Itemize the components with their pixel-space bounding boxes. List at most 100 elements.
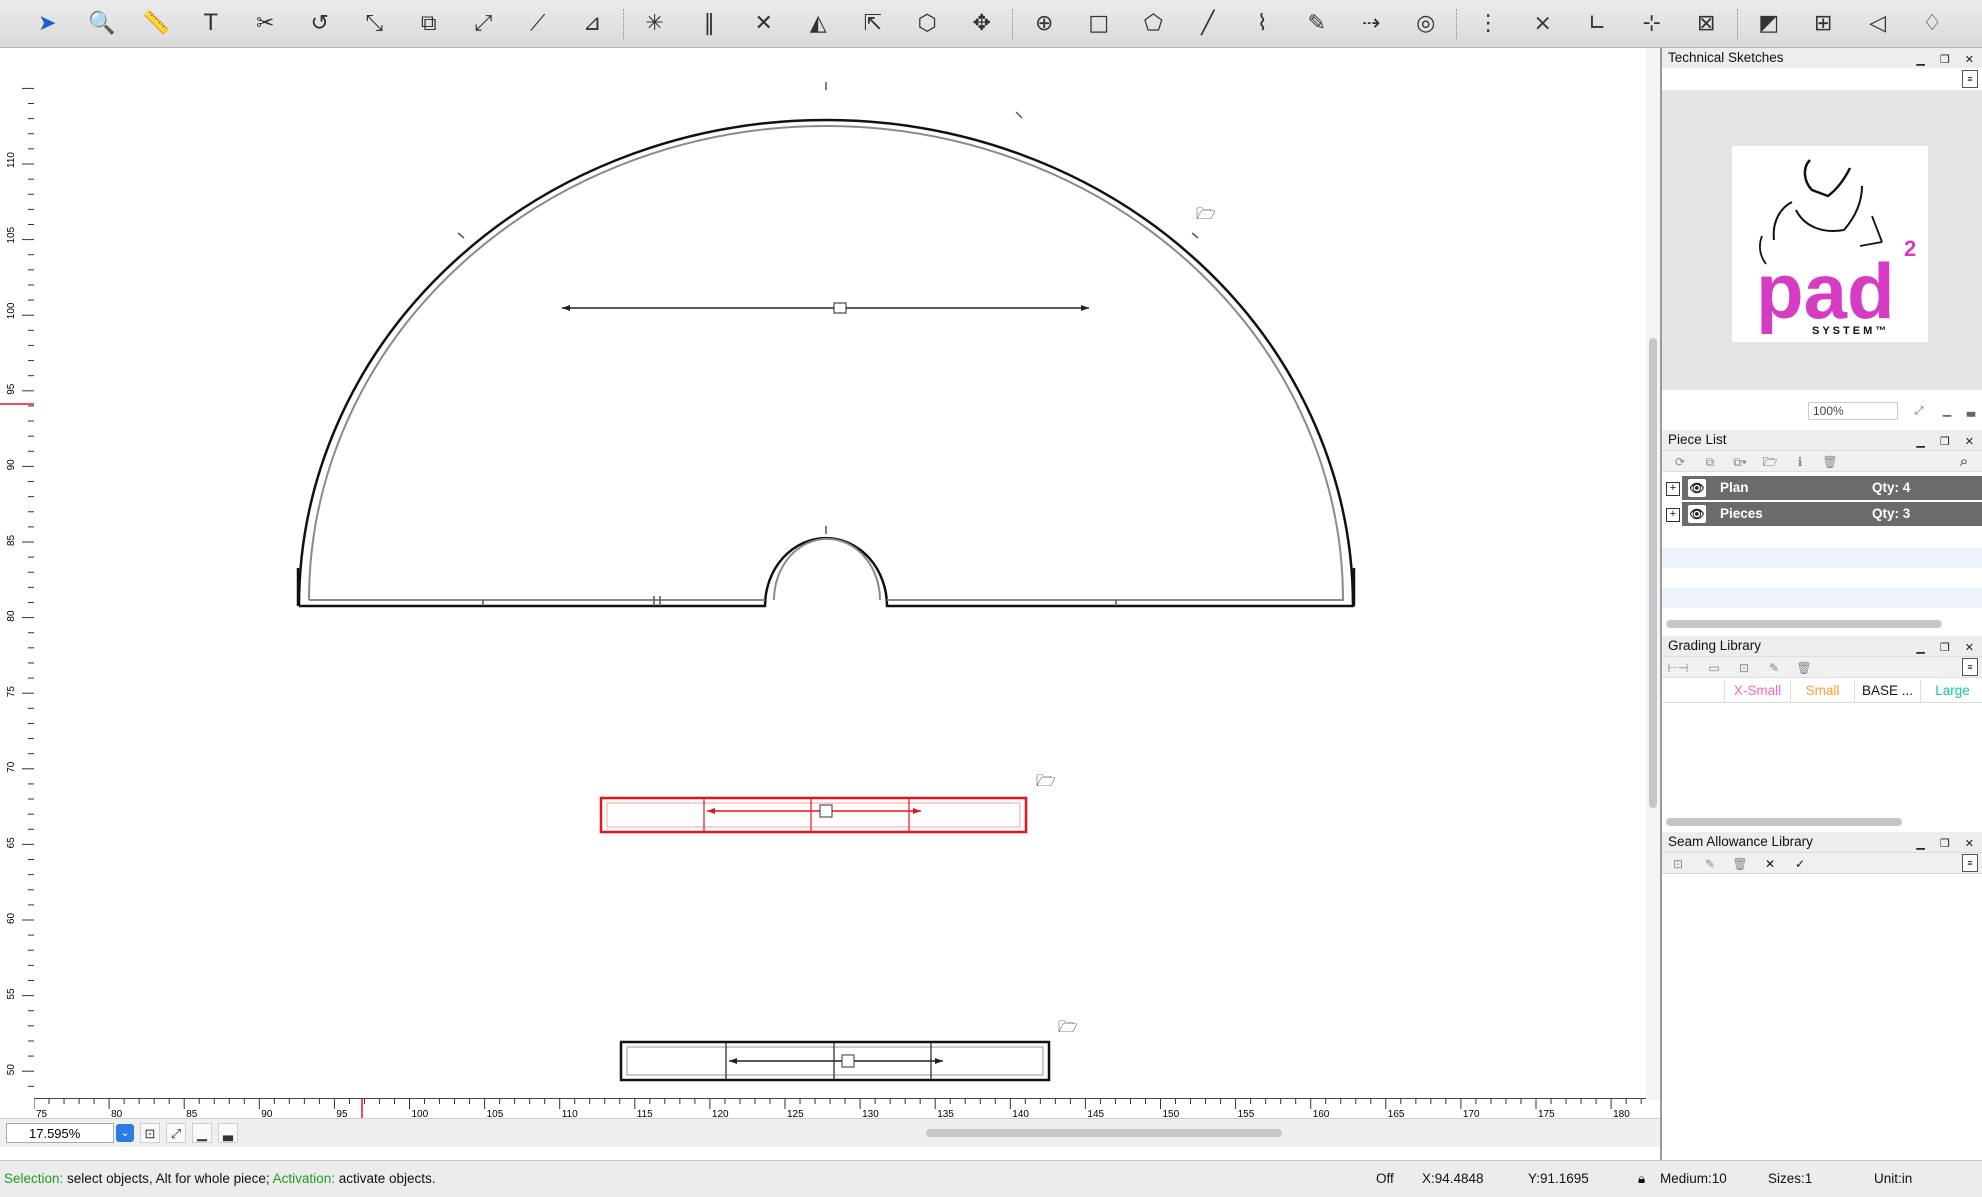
fit-tool-icon[interactable]: ⊞ (1796, 2, 1851, 46)
copy-to-icon[interactable]: ⧉▾ (1728, 453, 1752, 471)
grading-notes-icon[interactable]: ≡ (1962, 658, 1978, 676)
cut-tool-icon[interactable]: ✂ (238, 2, 293, 46)
check-icon[interactable]: ✓ (1788, 855, 1812, 873)
scale-tool-icon[interactable]: ⊠ (1679, 2, 1734, 46)
sketch-zoom-out-icon[interactable]: ▁ (1938, 402, 1956, 420)
canvas-vertical-scrollbar[interactable] (1646, 48, 1660, 1100)
divide-tool-icon[interactable]: ⊹ (1625, 2, 1680, 46)
lock-icon[interactable]: 🔒︎ (1638, 1161, 1645, 1197)
grade-tool-icon[interactable]: ⤢ (456, 2, 511, 46)
strip-piece[interactable] (619, 1040, 1051, 1082)
seam-notes-icon[interactable]: ≡ (1962, 854, 1978, 872)
toolbar-separator (1736, 8, 1739, 39)
edit-pencil-icon[interactable]: ✎ (1698, 855, 1722, 873)
panel-window-buttons[interactable]: ▁ ❐ ✕ (1916, 638, 1980, 658)
split-tool-icon[interactable]: ⋮ (1461, 2, 1516, 46)
zoom-out-icon[interactable]: ▁ (192, 1123, 212, 1143)
canvas-horizontal-scroll-thumb[interactable] (926, 1129, 1282, 1137)
trash-icon[interactable]: 🗑 (1792, 659, 1816, 677)
zoom-input[interactable] (6, 1123, 114, 1143)
zoom-dropdown-button[interactable]: ⌄ (116, 1124, 134, 1142)
curve-tool-icon[interactable]: ⌇ (1235, 2, 1290, 46)
edit-pencil-icon[interactable]: ✎ (1762, 659, 1786, 677)
size-column-large[interactable]: Large (1920, 680, 1982, 702)
visibility-eye-icon[interactable]: 👁 (1688, 505, 1706, 523)
select-tool-icon[interactable]: ➤ (20, 2, 75, 46)
slash-spread-tool-icon[interactable]: ⇱ (846, 2, 901, 46)
edit-point-tool-icon[interactable]: ⟋ (511, 2, 566, 46)
piece-folder-icon[interactable]: 🗁 (1758, 453, 1782, 471)
rotate-tool-icon[interactable]: ↺ (293, 2, 348, 46)
info-icon[interactable]: ℹ (1788, 453, 1812, 471)
proportional-tool-icon[interactable]: ⊿ (565, 2, 620, 46)
search-icon[interactable]: ⌕ (1952, 453, 1976, 471)
close-icon[interactable]: ✕ (1758, 855, 1782, 873)
status-size-display[interactable]: Medium:10 (1660, 1161, 1727, 1197)
refresh-icon[interactable]: ⟳ (1668, 453, 1692, 471)
intersect-tool-icon[interactable]: ⨯ (1516, 2, 1571, 46)
expand-plan-icon[interactable]: + (1666, 482, 1680, 496)
copy-piece-tool-icon[interactable]: ⧉ (402, 2, 457, 46)
angle-tool-icon[interactable]: ∟ (1570, 2, 1625, 46)
rectangle-tool-icon[interactable]: □ (1072, 2, 1127, 46)
grading-scrollbar[interactable] (1666, 818, 1902, 826)
measure-tool-icon[interactable]: 📏 (129, 2, 184, 46)
fold-tool-icon[interactable]: ◁ (1851, 2, 1906, 46)
fit-selection-icon[interactable]: ⊡ (140, 1123, 160, 1143)
piece-folder-icon[interactable]: 🗁 (1036, 771, 1056, 790)
piece-folder-icon[interactable]: 🗁 (1196, 204, 1216, 223)
zoom-in-icon[interactable]: ▃ (218, 1123, 238, 1143)
sketch-notes-icon[interactable]: ≡ (1962, 70, 1978, 88)
move-point-tool-icon[interactable]: ⤡ (347, 2, 402, 46)
status-unit[interactable]: Unit:in (1874, 1161, 1912, 1197)
pleat-tool-icon[interactable]: ‖ (682, 2, 737, 46)
status-snap[interactable]: Off (1376, 1161, 1394, 1197)
visibility-eye-icon[interactable]: 👁 (1688, 479, 1706, 497)
semicircle-piece[interactable] (296, 82, 1356, 608)
fullness-tool-icon[interactable]: ◭ (791, 2, 846, 46)
size-label: Large (1935, 683, 1970, 698)
duplicate-icon[interactable]: ⧉ (1698, 453, 1722, 471)
pattern-canvas[interactable]: 🗁 🗁 🗁 (34, 48, 1646, 1098)
piece-folder-icon[interactable]: 🗁 (1058, 1017, 1078, 1036)
panel-window-buttons[interactable]: ▁ ❐ ✕ (1916, 50, 1980, 70)
grade-table-icon[interactable]: ▭ (1702, 659, 1726, 677)
size-column-base[interactable]: BASE ... (1854, 680, 1920, 702)
new-seam-icon[interactable]: ⊡ (1666, 855, 1690, 873)
mirror-tool-icon[interactable]: ◩ (1742, 2, 1797, 46)
sketch-zoom-in-icon[interactable]: ▃ (1962, 402, 1980, 420)
grade-rule-icon[interactable]: ⊢⊣ (1666, 659, 1690, 677)
sketch-zoom-select[interactable] (1808, 402, 1898, 420)
pivot-tool-icon[interactable]: ⬡ (900, 2, 955, 46)
waistband-piece-selected[interactable] (599, 796, 1028, 834)
piece-row-pieces[interactable]: 👁 Pieces Qty: 3 (1682, 502, 1982, 526)
text-tool-icon[interactable]: T (184, 2, 239, 46)
line-tool-icon[interactable]: ╱ (1181, 2, 1236, 46)
new-grade-icon[interactable]: ⊡ (1732, 659, 1756, 677)
size-column-xsmall[interactable]: X-Small (1724, 680, 1790, 702)
spiral-tool-icon[interactable]: ◎ (1399, 2, 1454, 46)
panel-window-buttons[interactable]: ▁ ❐ ✕ (1916, 432, 1980, 452)
polygon-tool-icon[interactable]: ⬠ (1126, 2, 1181, 46)
piece-list-scrollbar[interactable] (1666, 620, 1942, 628)
size-column-small[interactable]: Small (1790, 680, 1854, 702)
trash-icon[interactable]: 🗑 (1818, 453, 1842, 471)
piece-row-plan[interactable]: 👁 Plan Qty: 4 (1682, 476, 1982, 500)
notch-tool-icon[interactable]: ✕ (737, 2, 792, 46)
true-tool-icon[interactable]: ♢ (1905, 2, 1960, 46)
seam-allowance-label: Seam Allowance Library (1668, 834, 1813, 849)
circle-tool-icon[interactable]: ⊕ (1017, 2, 1072, 46)
walk-tool-icon[interactable]: ✥ (955, 2, 1010, 46)
trash-icon[interactable]: 🗑 (1728, 855, 1752, 873)
vertical-ruler: 1101051009590858075706560555045 (0, 48, 35, 1151)
fit-page-icon[interactable]: ⤢ (166, 1123, 186, 1143)
canvas-vertical-scroll-thumb[interactable] (1649, 338, 1657, 808)
draw-tool-icon[interactable]: ✎ (1290, 2, 1345, 46)
offset-tool-icon[interactable]: ⇢ (1344, 2, 1399, 46)
panel-window-buttons[interactable]: ▁ ❐ ✕ (1916, 834, 1980, 854)
vertical-ruler-label: 110 (6, 152, 17, 168)
dart-tool-icon[interactable]: ✳ (628, 2, 683, 46)
zoom-tool-icon[interactable]: 🔍 (75, 2, 130, 46)
expand-pieces-icon[interactable]: + (1666, 508, 1680, 522)
sketch-fit-icon[interactable]: ⤢ (1910, 402, 1928, 420)
